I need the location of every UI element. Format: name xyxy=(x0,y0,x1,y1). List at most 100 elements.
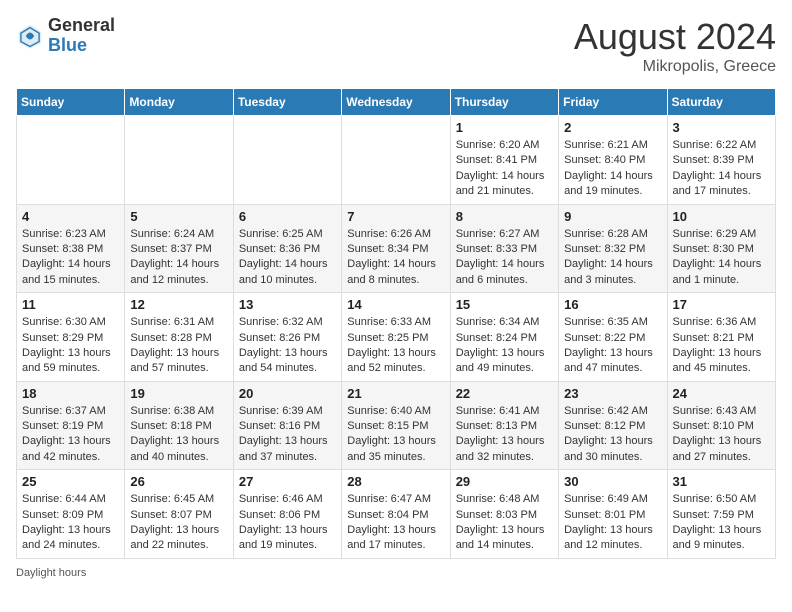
calendar-cell: 25 Sunrise: 6:44 AM Sunset: 8:09 PM Dayli… xyxy=(17,470,125,559)
calendar-cell: 8 Sunrise: 6:27 AM Sunset: 8:33 PM Daylig… xyxy=(450,204,558,293)
footer-note: Daylight hours xyxy=(16,567,776,579)
cell-date: 16 xyxy=(564,297,661,312)
cell-date: 4 xyxy=(22,209,119,224)
cell-info: Sunrise: 6:33 AM Sunset: 8:25 PM Dayligh… xyxy=(347,315,444,377)
cell-date: 27 xyxy=(239,474,336,489)
cell-info: Sunrise: 6:29 AM Sunset: 8:30 PM Dayligh… xyxy=(673,227,770,289)
cell-date: 7 xyxy=(347,209,444,224)
calendar-cell: 29 Sunrise: 6:48 AM Sunset: 8:03 PM Dayli… xyxy=(450,470,558,559)
cell-info: Sunrise: 6:44 AM Sunset: 8:09 PM Dayligh… xyxy=(22,492,119,554)
cell-info: Sunrise: 6:36 AM Sunset: 8:21 PM Dayligh… xyxy=(673,315,770,377)
calendar-cell: 26 Sunrise: 6:45 AM Sunset: 8:07 PM Dayli… xyxy=(125,470,233,559)
week-row-5: 25 Sunrise: 6:44 AM Sunset: 8:09 PM Dayli… xyxy=(17,470,776,559)
day-header-saturday: Saturday xyxy=(667,89,775,116)
calendar-cell: 17 Sunrise: 6:36 AM Sunset: 8:21 PM Dayli… xyxy=(667,293,775,382)
cell-info: Sunrise: 6:20 AM Sunset: 8:41 PM Dayligh… xyxy=(456,138,553,200)
cell-date: 28 xyxy=(347,474,444,489)
cell-date: 9 xyxy=(564,209,661,224)
cell-date: 25 xyxy=(22,474,119,489)
logo-icon xyxy=(16,22,44,50)
page-header: General Blue August 2024 Mikropolis, Gre… xyxy=(16,16,776,76)
month-title: August 2024 xyxy=(574,16,776,58)
calendar-table: SundayMondayTuesdayWednesdayThursdayFrid… xyxy=(16,88,776,559)
cell-date: 23 xyxy=(564,386,661,401)
calendar-cell: 16Sunrise: 6:35 AM Sunset: 8:22 PM Dayli… xyxy=(559,293,667,382)
calendar-cell: 28 Sunrise: 6:47 AM Sunset: 8:04 PM Dayli… xyxy=(342,470,450,559)
cell-date: 24 xyxy=(673,386,770,401)
cell-date: 26 xyxy=(130,474,227,489)
cell-info: Sunrise: 6:45 AM Sunset: 8:07 PM Dayligh… xyxy=(130,492,227,554)
calendar-cell xyxy=(125,116,233,205)
cell-date: 11 xyxy=(22,297,119,312)
calendar-cell: 4 Sunrise: 6:23 AM Sunset: 8:38 PM Daylig… xyxy=(17,204,125,293)
calendar-cell: 27 Sunrise: 6:46 AM Sunset: 8:06 PM Dayli… xyxy=(233,470,341,559)
cell-info: Sunrise: 6:38 AM Sunset: 8:18 PM Dayligh… xyxy=(130,404,227,466)
logo: General Blue xyxy=(16,16,115,56)
calendar-cell: 19 Sunrise: 6:38 AM Sunset: 8:18 PM Dayli… xyxy=(125,381,233,470)
calendar-cell: 15 Sunrise: 6:34 AM Sunset: 8:24 PM Dayli… xyxy=(450,293,558,382)
cell-info: Sunrise: 6:23 AM Sunset: 8:38 PM Dayligh… xyxy=(22,227,119,289)
cell-info: Sunrise: 6:46 AM Sunset: 8:06 PM Dayligh… xyxy=(239,492,336,554)
cell-info: Sunrise: 6:26 AM Sunset: 8:34 PM Dayligh… xyxy=(347,227,444,289)
logo-text: General Blue xyxy=(48,16,115,56)
cell-info: Sunrise: 6:27 AM Sunset: 8:33 PM Dayligh… xyxy=(456,227,553,289)
calendar-cell: 11 Sunrise: 6:30 AM Sunset: 8:29 PM Dayli… xyxy=(17,293,125,382)
calendar-cell: 24Sunrise: 6:43 AM Sunset: 8:10 PM Dayli… xyxy=(667,381,775,470)
calendar-cell xyxy=(342,116,450,205)
cell-info: Sunrise: 6:39 AM Sunset: 8:16 PM Dayligh… xyxy=(239,404,336,466)
cell-date: 2 xyxy=(564,120,661,135)
cell-info: Sunrise: 6:28 AM Sunset: 8:32 PM Dayligh… xyxy=(564,227,661,289)
days-header-row: SundayMondayTuesdayWednesdayThursdayFrid… xyxy=(17,89,776,116)
day-header-thursday: Thursday xyxy=(450,89,558,116)
week-row-1: 1 Sunrise: 6:20 AM Sunset: 8:41 PM Daylig… xyxy=(17,116,776,205)
cell-date: 12 xyxy=(130,297,227,312)
cell-info: Sunrise: 6:47 AM Sunset: 8:04 PM Dayligh… xyxy=(347,492,444,554)
cell-date: 10 xyxy=(673,209,770,224)
calendar-cell: 20Sunrise: 6:39 AM Sunset: 8:16 PM Dayli… xyxy=(233,381,341,470)
cell-info: Sunrise: 6:50 AM Sunset: 7:59 PM Dayligh… xyxy=(673,492,770,554)
cell-date: 22 xyxy=(456,386,553,401)
cell-date: 19 xyxy=(130,386,227,401)
day-header-wednesday: Wednesday xyxy=(342,89,450,116)
calendar-cell: 3Sunrise: 6:22 AM Sunset: 8:39 PM Daylig… xyxy=(667,116,775,205)
location-title: Mikropolis, Greece xyxy=(574,58,776,76)
cell-info: Sunrise: 6:34 AM Sunset: 8:24 PM Dayligh… xyxy=(456,315,553,377)
day-header-sunday: Sunday xyxy=(17,89,125,116)
calendar-cell: 22Sunrise: 6:41 AM Sunset: 8:13 PM Dayli… xyxy=(450,381,558,470)
cell-date: 15 xyxy=(456,297,553,312)
calendar-cell: 13Sunrise: 6:32 AM Sunset: 8:26 PM Dayli… xyxy=(233,293,341,382)
cell-info: Sunrise: 6:32 AM Sunset: 8:26 PM Dayligh… xyxy=(239,315,336,377)
cell-date: 3 xyxy=(673,120,770,135)
cell-date: 5 xyxy=(130,209,227,224)
cell-date: 6 xyxy=(239,209,336,224)
cell-info: Sunrise: 6:25 AM Sunset: 8:36 PM Dayligh… xyxy=(239,227,336,289)
cell-info: Sunrise: 6:40 AM Sunset: 8:15 PM Dayligh… xyxy=(347,404,444,466)
cell-info: Sunrise: 6:49 AM Sunset: 8:01 PM Dayligh… xyxy=(564,492,661,554)
cell-info: Sunrise: 6:37 AM Sunset: 8:19 PM Dayligh… xyxy=(22,404,119,466)
week-row-4: 18Sunrise: 6:37 AM Sunset: 8:19 PM Dayli… xyxy=(17,381,776,470)
cell-date: 1 xyxy=(456,120,553,135)
calendar-cell xyxy=(17,116,125,205)
calendar-cell: 21Sunrise: 6:40 AM Sunset: 8:15 PM Dayli… xyxy=(342,381,450,470)
calendar-cell: 5 Sunrise: 6:24 AM Sunset: 8:37 PM Daylig… xyxy=(125,204,233,293)
calendar-cell: 23 Sunrise: 6:42 AM Sunset: 8:12 PM Dayli… xyxy=(559,381,667,470)
calendar-cell: 6 Sunrise: 6:25 AM Sunset: 8:36 PM Daylig… xyxy=(233,204,341,293)
cell-date: 17 xyxy=(673,297,770,312)
cell-info: Sunrise: 6:30 AM Sunset: 8:29 PM Dayligh… xyxy=(22,315,119,377)
calendar-cell: 18Sunrise: 6:37 AM Sunset: 8:19 PM Dayli… xyxy=(17,381,125,470)
calendar-cell: 1 Sunrise: 6:20 AM Sunset: 8:41 PM Daylig… xyxy=(450,116,558,205)
week-row-2: 4 Sunrise: 6:23 AM Sunset: 8:38 PM Daylig… xyxy=(17,204,776,293)
cell-date: 29 xyxy=(456,474,553,489)
cell-info: Sunrise: 6:21 AM Sunset: 8:40 PM Dayligh… xyxy=(564,138,661,200)
calendar-cell: 12 Sunrise: 6:31 AM Sunset: 8:28 PM Dayli… xyxy=(125,293,233,382)
cell-info: Sunrise: 6:42 AM Sunset: 8:12 PM Dayligh… xyxy=(564,404,661,466)
cell-info: Sunrise: 6:24 AM Sunset: 8:37 PM Dayligh… xyxy=(130,227,227,289)
logo-general: General xyxy=(48,16,115,36)
calendar-cell: 31 Sunrise: 6:50 AM Sunset: 7:59 PM Dayli… xyxy=(667,470,775,559)
week-row-3: 11 Sunrise: 6:30 AM Sunset: 8:29 PM Dayli… xyxy=(17,293,776,382)
cell-date: 31 xyxy=(673,474,770,489)
cell-info: Sunrise: 6:48 AM Sunset: 8:03 PM Dayligh… xyxy=(456,492,553,554)
calendar-cell xyxy=(233,116,341,205)
cell-info: Sunrise: 6:31 AM Sunset: 8:28 PM Dayligh… xyxy=(130,315,227,377)
cell-date: 8 xyxy=(456,209,553,224)
